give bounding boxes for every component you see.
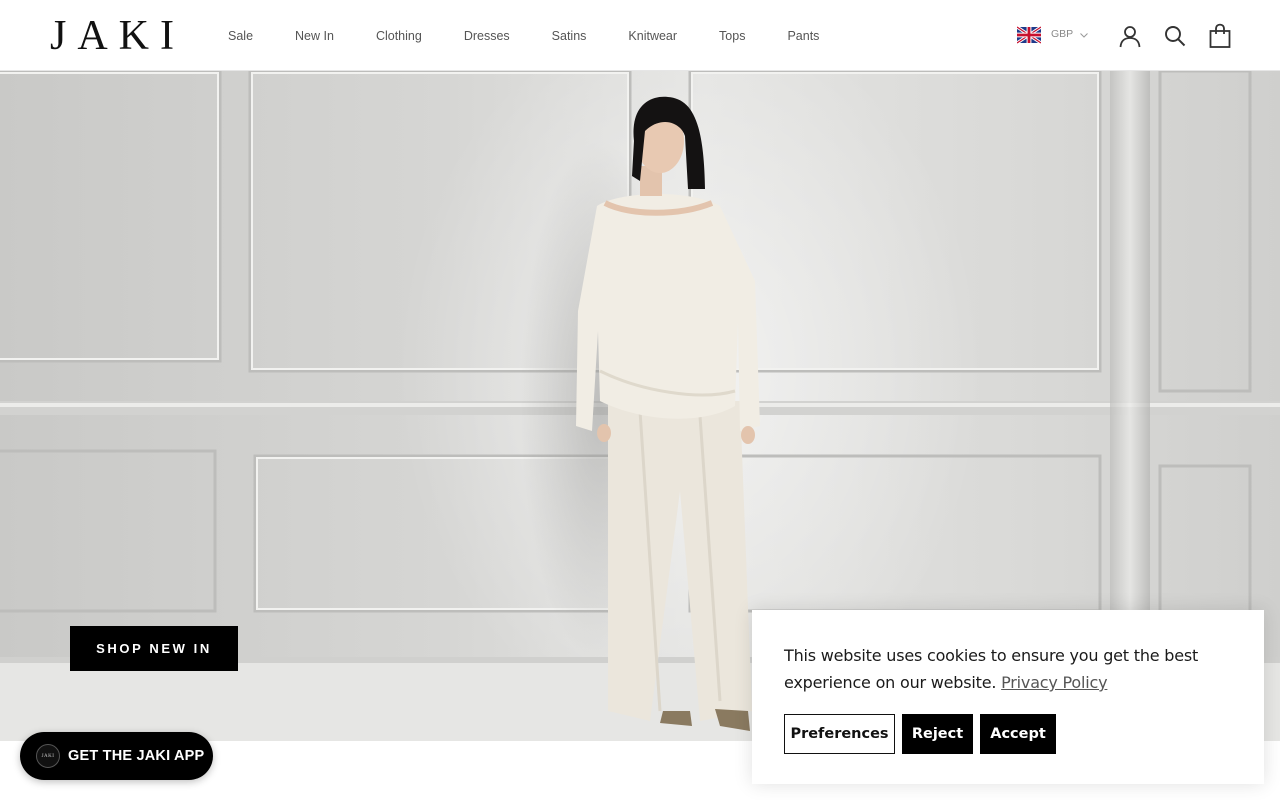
nav-item-sale[interactable]: Sale xyxy=(228,29,253,43)
nav-item-new-in[interactable]: New In xyxy=(295,29,334,43)
uk-flag-icon xyxy=(1017,26,1041,44)
search-icon[interactable] xyxy=(1162,22,1188,50)
nav-item-knitwear[interactable]: Knitwear xyxy=(628,29,677,43)
cookie-message: This website uses cookies to ensure you … xyxy=(784,642,1232,696)
brand-logo[interactable]: JAKI xyxy=(50,14,185,58)
preferences-button[interactable]: Preferences xyxy=(784,714,895,754)
currency-label: GBP xyxy=(1051,28,1074,40)
cart-icon[interactable] xyxy=(1207,22,1233,50)
nav-item-dresses[interactable]: Dresses xyxy=(464,29,510,43)
accept-button[interactable]: Accept xyxy=(980,714,1056,754)
privacy-policy-link[interactable]: Privacy Policy xyxy=(1001,673,1107,692)
shop-new-in-button[interactable]: SHOP NEW IN xyxy=(70,626,238,671)
nav-item-pants[interactable]: Pants xyxy=(787,29,819,43)
main-nav: Sale New In Clothing Dresses Satins Knit… xyxy=(228,0,819,71)
cookie-buttons: Preferences Reject Accept xyxy=(784,714,1232,754)
get-app-button[interactable]: JAKI GET THE JAKI APP xyxy=(20,732,213,780)
nav-item-clothing[interactable]: Clothing xyxy=(376,29,422,43)
nav-item-satins[interactable]: Satins xyxy=(552,29,587,43)
reject-button[interactable]: Reject xyxy=(902,714,973,754)
site-header: JAKI Sale New In Clothing Dresses Satins… xyxy=(0,0,1280,71)
currency-selector[interactable]: GBP xyxy=(1017,24,1089,46)
get-app-label: GET THE JAKI APP xyxy=(68,748,205,764)
nav-item-tops[interactable]: Tops xyxy=(719,29,745,43)
cookie-message-text: This website uses cookies to ensure you … xyxy=(784,646,1199,692)
account-icon[interactable] xyxy=(1117,22,1143,50)
chevron-down-icon xyxy=(1080,33,1089,38)
cookie-banner: This website uses cookies to ensure you … xyxy=(752,610,1264,784)
app-logo-icon: JAKI xyxy=(36,744,60,768)
